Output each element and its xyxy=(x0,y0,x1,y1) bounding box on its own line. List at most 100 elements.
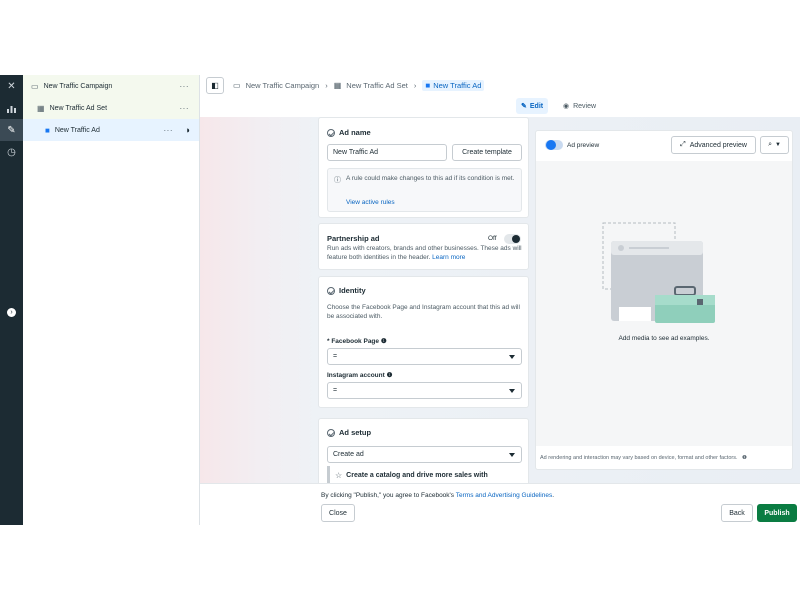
caret-down-icon xyxy=(509,453,515,457)
instagram-account-label: Instagram account ❶ xyxy=(327,371,392,379)
rule-notice: ⓘ A rule could make changes to this ad i… xyxy=(327,168,522,212)
chevron-right-icon: › xyxy=(413,81,417,90)
identity-title: Identity xyxy=(327,286,366,295)
editor-canvas: Ad name New Traffic Ad Create template ⓘ… xyxy=(200,117,800,484)
identity-heading: Identity xyxy=(339,286,366,295)
tree-item-label: New Traffic Ad xyxy=(54,126,100,134)
star-icon: ☆ xyxy=(335,470,343,480)
close-icon[interactable]: ✕ xyxy=(0,75,23,97)
ad-setup-heading: Ad setup xyxy=(339,428,372,437)
partnership-ad-desc: Run ads with creators, brands and other … xyxy=(327,245,522,261)
breadcrumb: ▭ New Traffic Campaign › ▦ New Traffic A… xyxy=(233,80,485,91)
pencil-icon[interactable]: ✎ xyxy=(0,119,23,141)
terms-link[interactable]: Terms and Advertising Guidelines xyxy=(456,492,552,499)
facebook-page-label: * Facebook Page ❶ xyxy=(327,337,387,345)
info-icon: ❶ xyxy=(386,372,393,379)
chevron-down-icon: ▼ xyxy=(774,142,781,148)
ad-setup-value: Create ad xyxy=(333,451,364,458)
breadcrumb-ad[interactable]: ■ New Traffic Ad xyxy=(422,80,485,91)
review-tab[interactable]: ◉ Review xyxy=(558,98,601,114)
catalog-promo[interactable]: ☆ Create a catalog and drive more sales … xyxy=(327,466,522,484)
top-bar: ◧ ▭ New Traffic Campaign › ▦ New Traffic… xyxy=(200,75,800,97)
tree-item-label: New Traffic Campaign xyxy=(43,82,113,90)
partnership-ad-title: Partnership ad xyxy=(327,234,380,243)
info-icon: ❶ xyxy=(742,455,747,461)
chevron-right-icon: › xyxy=(325,81,328,90)
info-icon: ❶ xyxy=(380,338,387,345)
instagram-account-select[interactable]: = xyxy=(327,382,522,399)
advanced-preview-button[interactable]: ⤢ Advanced preview xyxy=(671,136,756,154)
partnership-ad-state: Off xyxy=(488,235,497,242)
ad-name-input[interactable]: New Traffic Ad xyxy=(327,144,447,161)
ad-icon: ■ xyxy=(425,81,431,90)
preview-disclaimer: Ad rendering and interaction may vary ba… xyxy=(540,455,747,461)
caret-down-icon xyxy=(509,355,515,359)
learn-more-link[interactable]: Learn more xyxy=(432,254,465,261)
advanced-preview-label: Advanced preview xyxy=(689,141,747,149)
status-half-circle-icon[interactable]: ◑ xyxy=(185,125,190,135)
left-rail: ✕ ✎ ◷ › xyxy=(0,75,23,525)
campaign-tree: ▭ New Traffic Campaign ··· ▦ New Traffic… xyxy=(23,75,200,525)
back-button[interactable]: Back xyxy=(721,504,753,522)
create-template-button[interactable]: Create template xyxy=(452,144,522,161)
toggle-knob xyxy=(546,140,556,150)
ad-preview-toggle[interactable] xyxy=(545,140,563,150)
toggle-panel-icon[interactable]: ◧ xyxy=(206,77,224,94)
mode-bar: ✎ Edit ◉ Review xyxy=(200,97,800,117)
grid-icon: ▦ xyxy=(37,103,45,113)
edit-tab-label: Edit xyxy=(529,102,544,110)
more-icon[interactable]: ··· xyxy=(180,82,190,91)
tree-item-label: New Traffic Ad Set xyxy=(49,104,108,112)
instagram-account-label-text: Instagram account xyxy=(327,372,385,379)
breadcrumb-ad-set[interactable]: New Traffic Ad Set xyxy=(346,81,408,90)
expand-arrows-icon: ⤢ xyxy=(680,141,686,148)
partnership-ad-description: Run ads with creators, brands and other … xyxy=(327,244,523,262)
ad-setup-card: Ad setup Create ad ☆ Create a catalog an… xyxy=(318,418,529,484)
clock-icon[interactable]: ◷ xyxy=(0,141,23,163)
share-icon: ⌕ xyxy=(768,141,772,148)
chart-icon[interactable] xyxy=(0,97,23,119)
footer-bar: By clicking "Publish," you agree to Face… xyxy=(200,483,800,525)
expand-icon[interactable]: › xyxy=(7,308,16,317)
more-icon[interactable]: ··· xyxy=(164,126,174,135)
identity-description: Choose the Facebook Page and Instagram a… xyxy=(327,304,520,320)
ad-setup-select[interactable]: Create ad xyxy=(327,446,522,463)
rule-notice-text: A rule could make changes to this ad if … xyxy=(346,175,515,182)
eye-icon: ◉ xyxy=(563,103,570,110)
check-circle-icon xyxy=(327,286,335,295)
identity-card: Identity Choose the Facebook Page and In… xyxy=(318,276,529,408)
partnership-ad-switch[interactable] xyxy=(504,234,521,244)
check-circle-icon xyxy=(327,428,335,437)
caret-down-icon xyxy=(509,389,515,393)
instagram-account-value: = xyxy=(333,387,338,394)
facebook-page-label-text: * Facebook Page xyxy=(327,338,380,345)
ad-preview-label: Ad preview xyxy=(567,142,600,149)
folder-icon: ▭ xyxy=(31,81,39,91)
close-button[interactable]: Close xyxy=(321,504,355,522)
breadcrumb-ad-label: New Traffic Ad xyxy=(433,81,482,90)
ad-icon: ■ xyxy=(45,125,50,135)
ads-manager-app: ✕ ✎ ◷ › ▭ New Traffic Campaign ··· ▦ New… xyxy=(0,75,800,525)
tree-item-ad[interactable]: ■ New Traffic Ad ··· ◑ xyxy=(23,119,199,141)
catalog-promo-text: Create a catalog and drive more sales wi… xyxy=(346,471,488,479)
tree-item-ad-set[interactable]: ▦ New Traffic Ad Set ··· xyxy=(23,97,199,119)
share-dropdown-button[interactable]: ⌕ ▼ xyxy=(760,136,789,154)
preview-disclaimer-text: Ad rendering and interaction may vary ba… xyxy=(540,455,738,461)
ad-name-card: Ad name New Traffic Ad Create template ⓘ… xyxy=(318,117,529,218)
check-circle-icon xyxy=(327,128,335,137)
preview-empty-text: Add media to see ad examples. xyxy=(618,335,710,342)
info-icon: ⓘ xyxy=(334,177,341,184)
view-active-rules-link[interactable]: View active rules xyxy=(346,198,395,207)
edit-tab[interactable]: ✎ Edit xyxy=(516,98,549,114)
switch-knob xyxy=(512,235,520,243)
tree-item-campaign[interactable]: ▭ New Traffic Campaign ··· xyxy=(23,75,199,97)
publish-agreement-suffix: . xyxy=(552,492,555,499)
publish-agreement: By clicking "Publish," you agree to Face… xyxy=(321,491,554,500)
publish-agreement-prefix: By clicking "Publish," you agree to Face… xyxy=(321,492,455,499)
more-icon[interactable]: ··· xyxy=(180,104,190,113)
facebook-page-select[interactable]: = xyxy=(327,348,522,365)
breadcrumb-campaign[interactable]: New Traffic Campaign xyxy=(246,81,320,90)
folder-icon: ▭ xyxy=(233,81,241,90)
publish-button[interactable]: Publish xyxy=(757,504,797,522)
review-tab-label: Review xyxy=(573,102,597,110)
